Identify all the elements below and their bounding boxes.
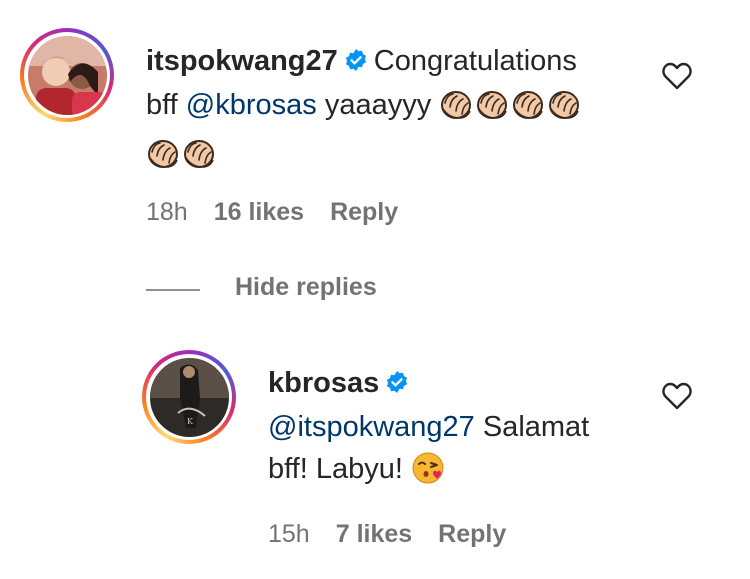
comment-line-2: bff @kbrosas yaaayyy bbox=[146, 84, 646, 133]
comment-text-3: yaaayyy bbox=[324, 89, 432, 121]
like-heart-icon[interactable] bbox=[662, 62, 692, 95]
mention-link[interactable]: @kbrosas bbox=[186, 89, 317, 121]
comment-meta: 18h 16 likes Reply bbox=[146, 198, 424, 227]
reply-button[interactable]: Reply bbox=[330, 198, 398, 226]
reply-avatar-ring[interactable]: K bbox=[142, 350, 236, 444]
reply-like-heart-icon[interactable] bbox=[662, 382, 692, 415]
clapping-hands-icon bbox=[547, 87, 581, 133]
reply-likes[interactable]: 7 likes bbox=[336, 520, 412, 548]
comment-line-3 bbox=[146, 133, 646, 182]
comment-text-1: Congratulations bbox=[373, 45, 577, 77]
reply-line-1: kbrosas bbox=[268, 362, 658, 406]
avatar-ring[interactable] bbox=[20, 28, 114, 122]
clapping-hands-icon bbox=[511, 87, 545, 133]
svg-text:K: K bbox=[187, 417, 194, 426]
reply-body: kbrosas @itspokwang27 Salamat bff! Labyu… bbox=[268, 362, 658, 497]
comment-time: 18h bbox=[146, 198, 188, 226]
clapping-hands-icon bbox=[439, 87, 473, 133]
reply-username[interactable]: kbrosas bbox=[268, 367, 379, 399]
reply-avatar-photo-icon: K bbox=[149, 357, 229, 437]
clapping-hands-icon bbox=[146, 136, 180, 182]
reply-text-1: Salamat bbox=[482, 411, 590, 443]
comment-body: itspokwang27 Congratulations bff @kbrosa… bbox=[146, 40, 646, 182]
comment-text-2: bff bbox=[146, 89, 178, 121]
reply-mention-link[interactable]: @itspokwang27 bbox=[268, 411, 475, 443]
avatar-photo-icon bbox=[27, 35, 107, 115]
clapping-hands-icon bbox=[475, 87, 509, 133]
kissing-face-icon bbox=[411, 451, 445, 497]
reply-time: 15h bbox=[268, 520, 310, 548]
clap-emojis-row-2 bbox=[146, 138, 218, 170]
reply-avatar: K bbox=[149, 357, 229, 437]
comment-line-1: itspokwang27 Congratulations bbox=[146, 40, 646, 84]
reply-line-2: @itspokwang27 Salamat bbox=[268, 406, 658, 448]
hide-replies-button[interactable]: Hide replies bbox=[235, 273, 377, 302]
reply-line-3: bff! Labyu! bbox=[268, 448, 658, 497]
clapping-hands-icon bbox=[182, 136, 216, 182]
hide-replies-divider bbox=[146, 289, 200, 291]
verified-badge-icon bbox=[385, 364, 409, 406]
avatar bbox=[27, 35, 107, 115]
verified-badge-icon bbox=[344, 42, 368, 84]
reply-text-2: bff! Labyu! bbox=[268, 453, 403, 485]
clap-emojis-row-1 bbox=[439, 89, 583, 121]
comment-likes[interactable]: 16 likes bbox=[214, 198, 304, 226]
reply-reply-button[interactable]: Reply bbox=[438, 520, 506, 548]
comment-username[interactable]: itspokwang27 bbox=[146, 45, 338, 77]
reply-meta: 15h 7 likes Reply bbox=[268, 520, 532, 549]
